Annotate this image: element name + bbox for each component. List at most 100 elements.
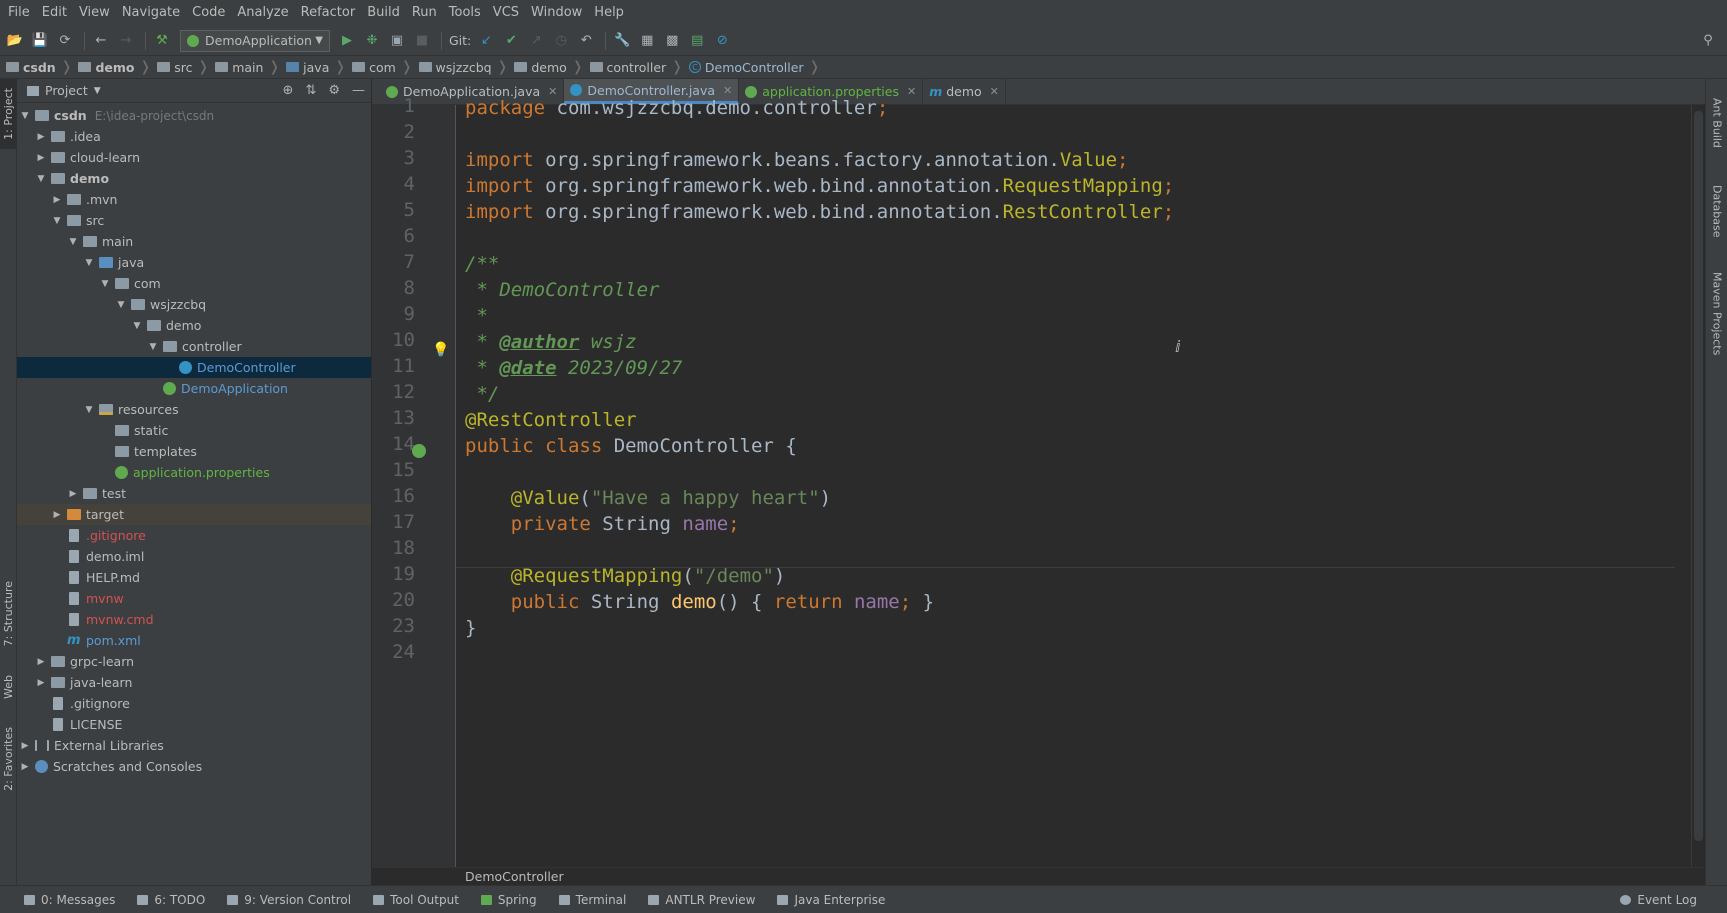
forward-arrow-icon[interactable]: → [115,30,137,52]
git-push-icon[interactable]: ↗ [525,30,547,52]
menu-edit[interactable]: Edit [36,0,73,26]
menu-code[interactable]: Code [186,0,231,26]
tool-tab-structure[interactable]: 7: Structure [0,574,17,654]
run-configuration-dropdown[interactable]: DemoApplication ▼ [180,29,330,52]
tree-item[interactable]: DemoApplication [17,378,371,399]
tree-item[interactable]: ▶ .mvn [17,189,371,210]
breadcrumb-item[interactable]: wsjzzcbq ❭ [418,59,515,75]
vm-monitor-icon[interactable]: ▤ [686,30,708,52]
tool-button-tool-output[interactable]: Tool Output [373,893,459,907]
expanded-arrow-icon[interactable]: ▼ [147,342,159,352]
save-all-icon[interactable]: 💾 [29,30,51,52]
tool-tab-web[interactable]: Web [0,664,17,709]
tree-item[interactable]: static [17,420,371,441]
tree-item[interactable]: .gitignore [17,693,371,714]
tool-tab-maven-projects[interactable]: Maven Projects [1706,259,1727,369]
tool-tab-database[interactable]: Database [1706,171,1727,251]
breadcrumb-item[interactable]: controller ❭ [589,59,689,75]
collapsed-arrow-icon[interactable]: ▶ [67,489,79,499]
tree-item[interactable]: ▶ Scratches and Consoles [17,756,371,777]
tool-tab-favorites[interactable]: 2: Favorites [0,719,17,799]
tree-item[interactable]: mvnw [17,588,371,609]
menu-help[interactable]: Help [588,0,630,26]
menu-tools[interactable]: Tools [443,0,487,26]
debug-icon[interactable]: ❉ [361,30,383,52]
tree-item[interactable]: ▶ External Libraries [17,735,371,756]
tree-item[interactable]: ▶ test [17,483,371,504]
chevron-down-icon[interactable]: ▼ [94,86,101,96]
tree-item[interactable]: .gitignore [17,525,371,546]
tree-item-selected[interactable]: DemoController [17,357,371,378]
project-structure-icon[interactable]: ▦ [636,30,658,52]
tool-tab-ant-build[interactable]: Ant Build [1706,83,1727,163]
sync-icon[interactable]: ⟳ [54,30,76,52]
lightbulb-icon[interactable]: 💡 [432,342,449,358]
expanded-arrow-icon[interactable]: ▼ [35,174,47,184]
tree-item[interactable]: LICENSE [17,714,371,735]
expanded-arrow-icon[interactable]: ▼ [83,258,95,268]
tool-button-spring[interactable]: Spring [480,893,537,907]
expanded-arrow-icon[interactable]: ▼ [67,237,79,247]
rollback-icon[interactable]: ↶ [575,30,597,52]
code-content[interactable]: package com.wsjzzcbq.demo.controller; im… [465,97,1705,867]
project-view-selector[interactable]: Project [45,83,88,98]
breadcrumb-item[interactable]: csdn ❭ [6,59,78,75]
breadcrumb-item[interactable]: src ❭ [157,59,215,75]
breadcrumb-item[interactable]: com ❭ [352,59,418,75]
menu-window[interactable]: Window [525,0,588,26]
stop-icon[interactable]: ■ [411,30,433,52]
editor-tab[interactable]: m demo ✕ [923,79,1006,104]
tool-button-messages[interactable]: 0: Messages [24,893,115,907]
history-icon[interactable]: ◷ [550,30,572,52]
tree-item[interactable]: ▼ src [17,210,371,231]
expanded-arrow-icon[interactable]: ▼ [83,405,95,415]
tree-item[interactable]: ▶ java-learn [17,672,371,693]
breadcrumb-item[interactable]: demo ❭ [78,59,157,75]
build-hammer-icon[interactable]: ⚒ [151,30,173,52]
tree-item[interactable]: application.properties [17,462,371,483]
tree-item[interactable]: ▼ controller [17,336,371,357]
vertical-scrollbar[interactable] [1691,105,1705,867]
collapsed-arrow-icon[interactable]: ▶ [19,762,31,772]
tool-button-java-enterprise[interactable]: Java Enterprise [777,893,885,907]
tree-item[interactable]: HELP.md [17,567,371,588]
settings-wrench-icon[interactable]: 🔧 [611,30,633,52]
menu-refactor[interactable]: Refactor [295,0,362,26]
expanded-arrow-icon[interactable]: ▼ [99,279,111,289]
collapsed-arrow-icon[interactable]: ▶ [35,132,47,142]
code-editor[interactable]: 1 2 3 4 5 6 7 8 9 10 11 12 13 14 15 16 1… [372,95,1705,867]
tree-item[interactable]: templates [17,441,371,462]
breadcrumb-item[interactable]: C DemoController ❭ [688,59,826,75]
tree-item[interactable]: ▼ java [17,252,371,273]
expanded-arrow-icon[interactable]: ▼ [115,300,127,310]
back-arrow-icon[interactable]: ← [90,30,112,52]
tool-button-antlr-preview[interactable]: ANTLR Preview [648,893,755,907]
menu-file[interactable]: File [2,0,36,26]
tree-item[interactable]: ▶ cloud-learn [17,147,371,168]
tree-item[interactable]: ▼ resources [17,399,371,420]
tree-item[interactable]: mvnw.cmd [17,609,371,630]
menu-run[interactable]: Run [406,0,443,26]
tool-tab-project[interactable]: 1: Project [0,79,17,149]
scrollbar-thumb[interactable] [1694,111,1703,841]
collapse-all-icon[interactable]: ⇅ [305,83,316,98]
spring-bean-gutter-icon[interactable] [412,444,426,458]
expanded-arrow-icon[interactable]: ▼ [131,321,143,331]
locate-file-icon[interactable]: ⊕ [283,83,294,98]
tool-button-event-log[interactable]: Event Log [1620,893,1697,907]
tree-item[interactable]: ▼ wsjzzcbq [17,294,371,315]
tool-button-version-control[interactable]: 9: Version Control [227,893,351,907]
git-update-icon[interactable]: ↙ [475,30,497,52]
search-icon[interactable]: ⚲ [1697,30,1719,52]
collapsed-arrow-icon[interactable]: ▶ [51,195,63,205]
hide-panel-icon[interactable]: — [352,83,365,98]
open-folder-icon[interactable]: 📂 [4,30,26,52]
collapsed-arrow-icon[interactable]: ▶ [51,510,63,520]
collapsed-arrow-icon[interactable]: ▶ [35,657,47,667]
tree-item[interactable]: ▶ grpc-learn [17,651,371,672]
breadcrumb-item[interactable]: main ❭ [215,59,286,75]
gear-icon[interactable]: ⚙ [328,83,340,98]
tree-item[interactable]: ▼ main [17,231,371,252]
editor-breadcrumb[interactable]: DemoController [372,867,1705,885]
expanded-arrow-icon[interactable]: ▼ [51,216,63,226]
